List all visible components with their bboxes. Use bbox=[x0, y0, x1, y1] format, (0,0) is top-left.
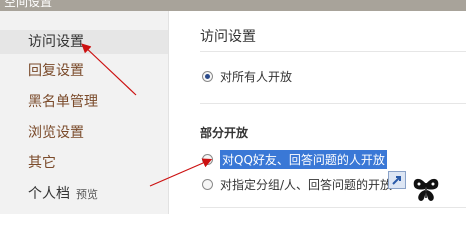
sidebar-item-label: 黑名单管理 bbox=[28, 94, 98, 110]
radio-label-selected-text: 对QQ好友、回答问题的人开放 bbox=[220, 149, 387, 169]
window-title: 空间设置 bbox=[4, 0, 53, 9]
divider bbox=[200, 103, 466, 104]
radio-button-checked[interactable] bbox=[202, 70, 213, 82]
preview-link[interactable]: 预览 bbox=[76, 188, 98, 201]
page-title: 访问设置 bbox=[200, 29, 256, 45]
partial-open-heading: 部分开放 bbox=[200, 126, 249, 140]
radio-open-to-qq-friends[interactable]: 对QQ好友、回答问题的人开放 bbox=[202, 149, 387, 169]
radio-button[interactable] bbox=[202, 178, 213, 190]
sidebar-item-access-settings[interactable]: 访问设置 bbox=[0, 30, 168, 54]
radio-open-to-group[interactable]: 对指定分组/人、回答问题的开放 bbox=[202, 175, 392, 193]
sidebar-item-browse-settings[interactable]: 浏览设置 bbox=[28, 121, 178, 145]
radio-button[interactable] bbox=[202, 153, 213, 165]
butterfly-icon bbox=[413, 178, 439, 201]
sidebar-item-label: 其它 bbox=[28, 155, 56, 171]
divider bbox=[200, 51, 466, 52]
sidebar-item-label: 访问设置 bbox=[28, 34, 84, 50]
divider bbox=[200, 207, 466, 208]
radio-open-to-all[interactable]: 对所有人开放 bbox=[202, 67, 292, 85]
title-bar: 空间设置 bbox=[0, 0, 466, 11]
sidebar-item-label: 个人档 bbox=[28, 186, 70, 202]
sidebar-item-blacklist[interactable]: 黑名单管理 bbox=[28, 90, 178, 114]
sidebar-item-profile[interactable]: 个人档 预览 bbox=[28, 182, 178, 206]
radio-label: 对指定分组/人、回答问题的开放 bbox=[220, 177, 393, 192]
sidebar-item-label: 浏览设置 bbox=[28, 125, 84, 141]
external-link-icon-glyph bbox=[392, 176, 401, 185]
sidebar-item-reply-settings[interactable]: 回复设置 bbox=[28, 59, 178, 83]
radio-label: 对所有人开放 bbox=[220, 69, 293, 84]
external-link-icon[interactable] bbox=[388, 171, 406, 189]
sidebar-item-label: 回复设置 bbox=[28, 63, 84, 79]
sidebar: 访问设置 回复设置 黑名单管理 浏览设置 其它 个人档 预览 bbox=[0, 11, 169, 214]
sidebar-item-other[interactable]: 其它 bbox=[28, 151, 178, 175]
